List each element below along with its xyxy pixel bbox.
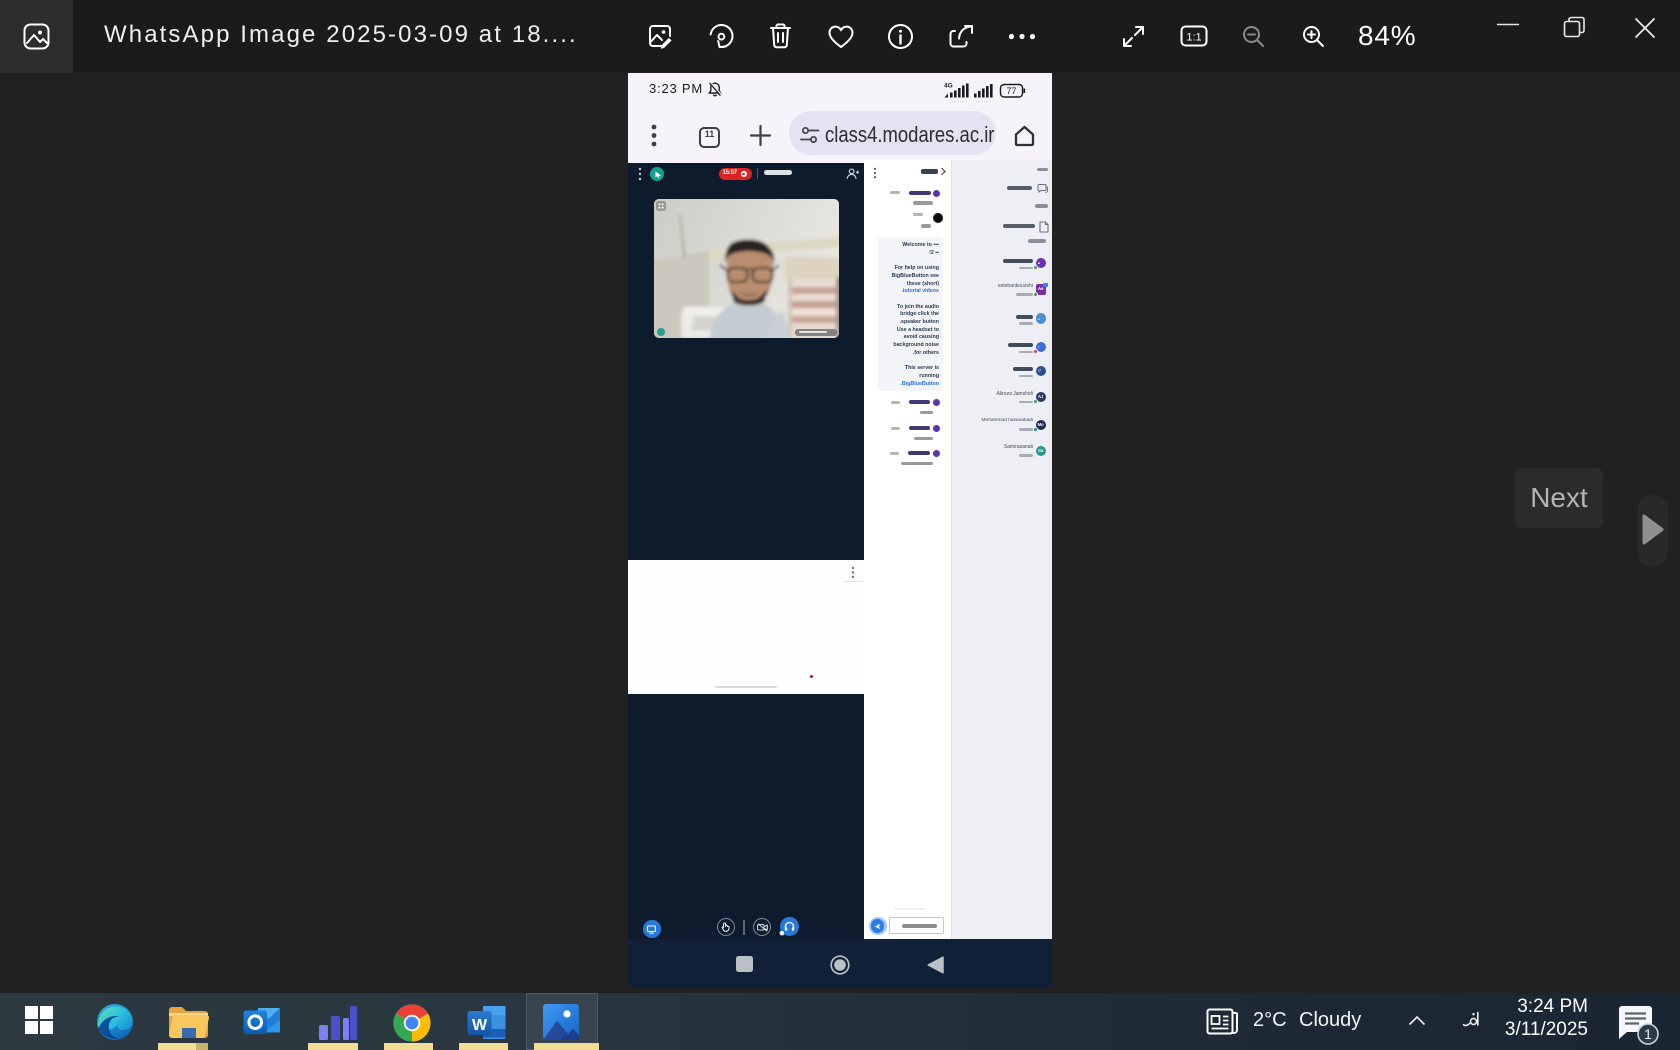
svg-text:W: W xyxy=(472,1017,488,1034)
svg-text:77: 77 xyxy=(1006,86,1016,96)
svg-text:1:1: 1:1 xyxy=(1186,32,1201,44)
svg-text:1: 1 xyxy=(1644,1026,1652,1042)
svg-text:4G: 4G xyxy=(944,83,953,90)
